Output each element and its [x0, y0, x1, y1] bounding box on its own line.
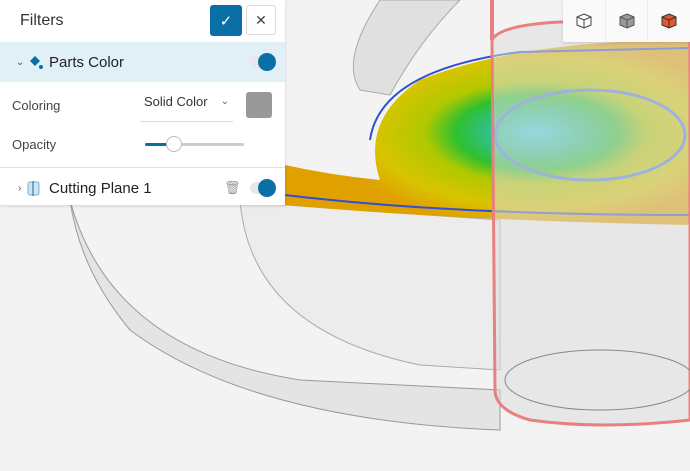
- color-swatch[interactable]: [246, 92, 272, 118]
- cylinder: [490, 18, 690, 427]
- solid-cube-icon: [619, 13, 634, 29]
- parts-color-toggle[interactable]: [250, 53, 276, 71]
- filters-panel: Filters ✓ ✕ ⌄ Parts Color Coloring Solid…: [0, 0, 285, 205]
- view-toolbar: [563, 0, 690, 42]
- cutting-plane-toggle[interactable]: [250, 179, 276, 197]
- colored-cube-icon: [661, 13, 677, 29]
- chevron-down-icon: ⌄: [220, 96, 229, 107]
- opacity-slider[interactable]: [145, 135, 244, 152]
- filter-cutting-plane-1[interactable]: › Cutting Plane 1 🗑: [0, 168, 285, 208]
- filter-name: Cutting Plane 1: [49, 179, 152, 197]
- filter-name: Parts Color: [49, 53, 125, 71]
- panel-title: Filters: [20, 12, 64, 29]
- chevron-right-icon[interactable]: ›: [18, 183, 21, 194]
- cutting-plane-icon: [27, 181, 40, 196]
- coloring-label: Coloring: [12, 97, 61, 113]
- colored-view-button[interactable]: [648, 0, 690, 42]
- confirm-button[interactable]: ✓: [210, 5, 242, 36]
- coloring-dropdown[interactable]: Solid Color ⌄: [140, 82, 233, 122]
- solid-view-button[interactable]: [606, 0, 649, 42]
- slider-thumb[interactable]: [165, 135, 182, 152]
- wireframe-view-button[interactable]: [563, 0, 606, 42]
- filter-parts-color[interactable]: ⌄ Parts Color: [0, 42, 285, 82]
- coloring-value: Solid Color: [144, 94, 208, 109]
- close-icon: ✕: [255, 11, 267, 28]
- opacity-label: Opacity: [12, 136, 57, 152]
- chevron-down-icon[interactable]: ⌄: [16, 57, 24, 68]
- close-button[interactable]: ✕: [246, 5, 276, 35]
- check-icon: ✓: [219, 12, 233, 30]
- paint-bucket-icon: [30, 56, 43, 69]
- trash-icon[interactable]: 🗑: [224, 180, 241, 196]
- wireframe-cube-icon: [576, 13, 592, 29]
- inner-wall: [239, 199, 501, 371]
